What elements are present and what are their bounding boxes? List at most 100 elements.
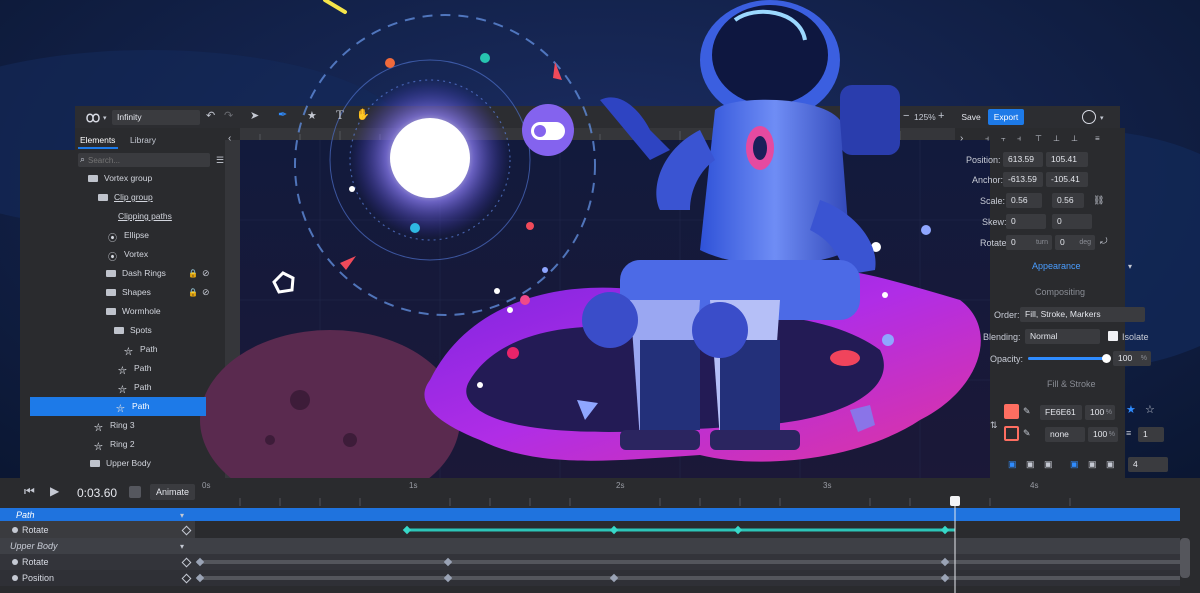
skew-y-field[interactable]: 0 [1052, 214, 1092, 229]
stroke-value-field[interactable]: none [1045, 427, 1085, 442]
zoom-out-icon[interactable]: − [903, 111, 909, 122]
animate-toggle-icon[interactable] [129, 486, 141, 498]
chevron-down-icon[interactable]: ▾ [180, 510, 184, 521]
eyedropper-icon[interactable]: ✎ [1023, 428, 1031, 439]
fill-hex-field[interactable]: FE6E61 [1040, 405, 1082, 420]
layer-row[interactable]: Clipping paths [30, 207, 206, 226]
layer-row[interactable]: ⛦ Path [30, 359, 206, 378]
hidden-eye-icon[interactable]: ⊘ [202, 268, 210, 279]
align-center-icon[interactable]: ⫟ [1001, 133, 1006, 144]
layer-row[interactable]: Spots [30, 321, 206, 340]
chevron-down-icon[interactable]: ▾ [180, 541, 184, 552]
timeline-row[interactable]: Position [0, 570, 192, 586]
layer-search-input[interactable]: ⌕ [78, 153, 210, 167]
opacity-field[interactable]: 100 % [1113, 351, 1151, 366]
join-bevel-icon[interactable]: ▣ [1106, 459, 1115, 470]
opacity-slider-track[interactable] [1028, 354, 1111, 363]
pointer-tool-icon[interactable]: ➤ [250, 111, 259, 122]
layer-row[interactable]: ⛦ Path [30, 397, 206, 416]
appearance-section-title[interactable]: Appearance [1032, 261, 1081, 271]
anchor-x-field[interactable]: -613.59 [1003, 172, 1043, 187]
animate-button[interactable]: Animate [150, 484, 195, 500]
tab-library[interactable]: Library [130, 135, 156, 145]
chevron-down-icon[interactable]: ▾ [103, 113, 107, 124]
lock-icon[interactable]: 🔒 [188, 268, 198, 279]
rotate-deg-field[interactable]: 0 deg [1055, 235, 1095, 250]
align-right-icon[interactable]: ⫞ [1017, 133, 1021, 144]
cap-square-icon[interactable]: ▣ [1044, 459, 1053, 470]
stroke-width-field[interactable]: 1 [1138, 427, 1164, 442]
miter-limit-field[interactable]: 4 [1128, 457, 1168, 472]
layer-row[interactable]: Dash Rings 🔒 ⊘ [30, 264, 210, 283]
add-keyframe-icon[interactable] [181, 573, 192, 584]
anchor-y-field[interactable]: -105.41 [1046, 172, 1088, 187]
play-icon[interactable]: ▶ [50, 485, 59, 497]
cap-round-icon[interactable]: ▣ [1026, 459, 1035, 470]
position-x-field[interactable]: 613.59 [1003, 152, 1043, 167]
search-field[interactable] [88, 153, 206, 167]
swap-fill-stroke-icon[interactable]: ⇅ [990, 420, 998, 431]
star-favorite-icon[interactable]: ★ [1126, 405, 1136, 416]
timeline-row[interactable]: Upper Body ▾ [0, 538, 192, 554]
align-middle-icon[interactable]: ⊥ [1053, 133, 1060, 144]
hand-tool-icon[interactable]: ✋ [356, 110, 370, 121]
chevron-down-icon[interactable]: ▾ [1100, 113, 1104, 124]
layer-row[interactable]: Wormhole [30, 302, 206, 321]
timeline-row[interactable]: Path ▾ [0, 507, 192, 523]
appearance-chevron-icon[interactable]: ▾ [1128, 261, 1132, 272]
layer-row[interactable]: ⛦ Ring 3 [30, 416, 206, 435]
undo-icon[interactable]: ↶ [206, 111, 215, 122]
save-button[interactable]: Save [957, 109, 985, 125]
scale-y-field[interactable]: 0.56 [1052, 193, 1084, 208]
layer-options-icon[interactable]: ☰ [216, 155, 224, 166]
zoom-level[interactable]: 125% [914, 112, 936, 122]
timeline-row[interactable]: Rotate [0, 554, 192, 570]
redo-icon[interactable]: ↷ [224, 111, 233, 122]
order-select[interactable]: Fill, Stroke, Markers [1020, 307, 1145, 322]
link-icon[interactable]: ⛓ [1093, 195, 1104, 206]
layer-row[interactable]: Clip group [30, 188, 206, 207]
add-keyframe-icon[interactable] [181, 557, 192, 568]
export-button[interactable]: Export [988, 109, 1024, 125]
stroke-opacity-field[interactable]: 100 % [1088, 427, 1118, 442]
current-time[interactable]: 0:03.60 [77, 486, 117, 500]
star-tool-icon[interactable]: ★ [307, 111, 317, 122]
layer-row[interactable]: Vortex group [30, 169, 206, 188]
join-round-icon[interactable]: ▣ [1088, 459, 1097, 470]
collapse-panel-icon[interactable]: ‹ [228, 133, 231, 144]
fill-color-swatch[interactable] [1004, 404, 1019, 419]
join-miter-icon[interactable]: ▣ [1070, 459, 1079, 470]
app-logo[interactable] [84, 111, 102, 123]
layer-row[interactable]: ⦿ Vortex [30, 245, 206, 264]
eyedropper-icon[interactable]: ✎ [1023, 406, 1031, 417]
layer-row[interactable]: Upper Body [30, 454, 206, 473]
stroke-color-swatch[interactable] [1004, 426, 1019, 441]
skew-x-field[interactable]: 0 [1006, 214, 1046, 229]
distribute-icon[interactable]: ≡ [1095, 133, 1100, 144]
align-bottom-icon[interactable]: ⊥ [1071, 133, 1078, 144]
skip-to-start-icon[interactable]: ⏮ [24, 485, 35, 497]
layer-row[interactable]: ⦿ Ellipse [30, 226, 206, 245]
scale-x-field[interactable]: 0.56 [1006, 193, 1042, 208]
align-left-icon[interactable]: ⫞ [985, 133, 989, 144]
tab-elements[interactable]: Elements [80, 135, 115, 145]
hidden-eye-icon[interactable]: ⊘ [202, 287, 210, 298]
zoom-in-icon[interactable]: + [938, 111, 944, 122]
playhead-handle[interactable] [950, 496, 960, 506]
position-y-field[interactable]: 105.41 [1046, 152, 1088, 167]
layer-row[interactable]: ⛦ Path [30, 340, 206, 359]
rotate-turn-field[interactable]: 0 turn [1006, 235, 1052, 250]
star-outline-icon[interactable]: ☆ [1145, 405, 1155, 416]
document-title-field[interactable]: Infinity [112, 110, 200, 125]
fill-opacity-field[interactable]: 100 % [1085, 405, 1115, 420]
layer-row[interactable]: ⛦ Path [30, 378, 206, 397]
align-top-icon[interactable]: ⊤ [1035, 133, 1042, 144]
cap-butt-icon[interactable]: ▣ [1008, 459, 1017, 470]
pen-tool-icon[interactable]: ✒ [278, 110, 287, 121]
text-tool-icon[interactable]: T [336, 108, 344, 121]
add-keyframe-icon[interactable] [181, 525, 192, 536]
opacity-slider-handle[interactable] [1102, 354, 1111, 363]
lock-icon[interactable]: 🔒 [188, 287, 198, 298]
timeline-row[interactable]: Rotate [0, 522, 192, 538]
isolate-checkbox[interactable] [1108, 331, 1118, 341]
